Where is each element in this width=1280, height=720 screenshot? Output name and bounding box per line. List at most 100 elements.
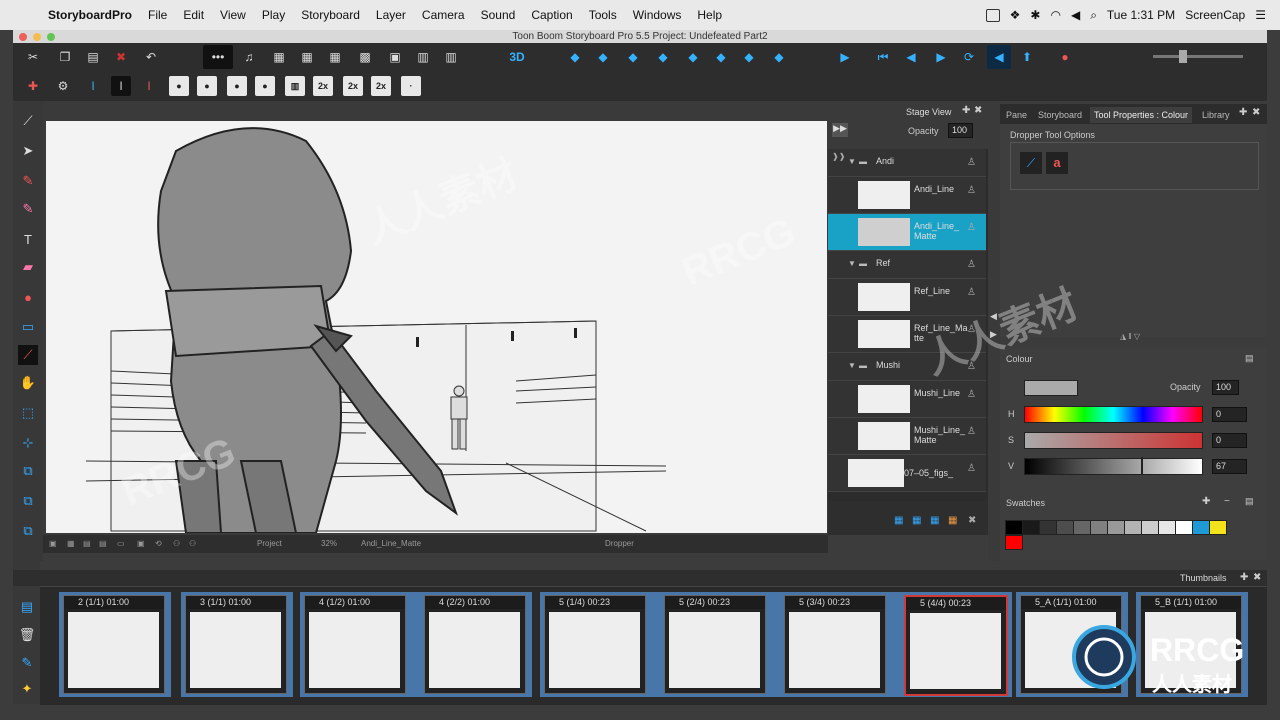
add-view-icon[interactable]: ✚ — [1240, 572, 1248, 583]
drawing-canvas[interactable] — [46, 121, 827, 533]
wifi-icon[interactable]: ◠ — [1050, 8, 1060, 22]
saturation-slider[interactable] — [1024, 432, 1203, 449]
visibility-icon[interactable]: ♙ — [967, 222, 976, 233]
dropper-sample-icon[interactable]: ⟋ — [1020, 152, 1042, 174]
volume-slider-handle[interactable] — [1179, 50, 1187, 63]
colour-swatch[interactable] — [1039, 520, 1057, 535]
loop-icon[interactable]: ⟳ — [959, 47, 979, 67]
add-point-icon[interactable]: ✚ — [23, 76, 43, 96]
pencil-icon[interactable]: ǀ — [111, 76, 131, 96]
menu-sound[interactable]: Sound — [473, 8, 524, 22]
colour-swatch[interactable] — [1209, 520, 1227, 535]
play-icon[interactable]: ▶ — [835, 47, 855, 67]
brush-preset-1[interactable]: ● — [169, 76, 189, 96]
sound-icon[interactable]: ▥ — [441, 47, 461, 67]
colour-swatch[interactable] — [1141, 520, 1159, 535]
brush-preset-3[interactable]: ● — [227, 76, 247, 96]
paint-tool-icon[interactable]: ● — [18, 287, 38, 307]
edit-icon[interactable]: ✎ — [17, 653, 37, 673]
cutter-tool-icon[interactable]: ⬚ — [18, 403, 38, 423]
zoom-in-icon[interactable]: ▤ — [99, 539, 107, 548]
brush-tool-icon[interactable]: ✎ — [18, 171, 38, 191]
reset-view-icon[interactable]: ▣ — [49, 539, 57, 548]
chevron-down-icon[interactable]: ▼ — [848, 361, 856, 370]
panel-before-icon[interactable]: ◆ — [593, 47, 613, 67]
swatches-menu-icon[interactable]: ▤ — [1245, 496, 1254, 507]
layer-ref-line-matte[interactable]: Ref_Line_Ma tte ♙ — [828, 316, 986, 353]
colour-swatch[interactable] — [1073, 520, 1091, 535]
layer-tool-icon[interactable]: ⧉ — [18, 461, 38, 481]
visibility-icon[interactable]: ♙ — [967, 259, 976, 270]
eraser-tool-icon[interactable]: ▰ — [18, 257, 38, 277]
dropper-tool-icon[interactable]: ⟋ — [18, 345, 38, 365]
add-view-icon[interactable]: ✚ — [962, 105, 970, 116]
opacity-field[interactable]: 100 — [948, 123, 973, 138]
thumbnails-tab[interactable]: Thumbnails — [1180, 573, 1227, 583]
rectangle-tool-icon[interactable]: ▭ — [18, 317, 38, 337]
volume-slider[interactable] — [1153, 55, 1243, 58]
light-tool-icon[interactable]: ⧉ — [18, 521, 38, 541]
first-frame-icon[interactable]: ⏮ — [873, 47, 893, 67]
layer-group-ref[interactable]: ▼ ▬ Ref ♙ — [828, 251, 986, 279]
camera-tool-icon[interactable]: ⊹ — [18, 433, 38, 453]
paste-icon[interactable]: ▤ — [83, 47, 103, 67]
hand-tool-icon[interactable]: ✋ — [18, 373, 38, 393]
layer-group-andi[interactable]: ❱❱ ▼ ▬ Andi ♙ — [828, 149, 986, 177]
static-camera-icon[interactable]: ⧉ — [18, 491, 38, 511]
tab-tool-properties[interactable]: Tool Properties : Colour — [1090, 107, 1193, 123]
saturation-field[interactable]: 0 — [1212, 433, 1247, 448]
menu-app[interactable]: StoryboardPro — [40, 8, 140, 22]
delete-layer-icon[interactable]: ✖ — [968, 515, 976, 526]
settings-icon[interactable]: ⚙ — [53, 76, 73, 96]
colour-swatch[interactable] — [1107, 520, 1125, 535]
tab-storyboard[interactable]: Storyboard — [1034, 107, 1086, 123]
view-mode-label[interactable]: Project — [257, 539, 282, 548]
play-forward-icon[interactable]: ▶ — [931, 47, 951, 67]
scrub-icon[interactable]: ⬆ — [1017, 47, 1037, 67]
menu-tools[interactable]: Tools — [581, 8, 625, 22]
close-window-button[interactable] — [19, 33, 27, 41]
panel-resize-handle[interactable]: ◮ ǁ ▽ — [1120, 332, 1140, 341]
join-panel-icon[interactable]: ◆ — [739, 47, 759, 67]
sound-toggle-icon[interactable]: ◀ — [987, 45, 1011, 69]
layer-andi-line-matte[interactable]: Andi_Line_ Matte ♙ — [828, 214, 986, 251]
zoom-2x-b[interactable]: 2x — [343, 76, 363, 96]
hue-field[interactable]: 0 — [1212, 407, 1247, 422]
colour-swatch[interactable] — [1022, 520, 1040, 535]
zoom-level[interactable]: 32% — [321, 539, 337, 548]
zoom-2x-c[interactable]: 2x — [371, 76, 391, 96]
chevron-down-icon[interactable]: ▼ — [848, 157, 856, 166]
colour-swatch[interactable] — [1056, 520, 1074, 535]
close-view-icon[interactable]: ✖ — [974, 105, 982, 116]
menu-play[interactable]: Play — [254, 8, 293, 22]
3d-icon[interactable]: 3D — [507, 47, 527, 67]
visibility-icon[interactable]: ♙ — [967, 185, 976, 196]
visibility-icon[interactable]: ♙ — [967, 463, 976, 474]
zoom-out-icon[interactable]: ▤ — [83, 539, 91, 548]
panel-thumbnail[interactable]: 3 (1/1) 01:00 — [185, 595, 287, 694]
panel-thumbnail[interactable]: 2 (1/1) 01:00 — [63, 595, 165, 694]
colour-section-title[interactable]: Colour — [1006, 354, 1033, 364]
new-group-icon[interactable]: ▦ — [948, 515, 957, 526]
pencil-red-icon[interactable]: ǀ — [139, 76, 159, 96]
panel-thumbnail[interactable]: 5 (3/4) 00:23 — [784, 595, 886, 694]
rotate-icon[interactable]: ⟲ — [155, 539, 162, 548]
menu-storyboard[interactable]: Storyboard — [293, 8, 368, 22]
grid-icon[interactable]: ▦ — [269, 47, 289, 67]
screen-record-icon[interactable] — [985, 8, 1000, 22]
hue-slider[interactable] — [1024, 406, 1203, 423]
close-view-icon[interactable]: ✖ — [1252, 107, 1260, 118]
visibility-icon[interactable]: ♙ — [967, 426, 976, 437]
trash-icon[interactable]: 🗑 — [17, 625, 37, 645]
colour-swatch[interactable] — [1175, 520, 1193, 535]
grid-toggle-icon[interactable]: ▦ — [67, 539, 75, 548]
onion-skin-icon[interactable]: ♫ — [239, 47, 259, 67]
menu-camera[interactable]: Camera — [414, 8, 473, 22]
brush-size-icon[interactable]: ••• — [203, 45, 233, 69]
pencil-blue-icon[interactable]: ǀ — [83, 76, 103, 96]
brush-preset-4[interactable]: ● — [255, 76, 275, 96]
colour-menu-icon[interactable]: ▤ — [1245, 353, 1254, 364]
panel-thumbnail[interactable]: 5 (2/4) 00:23 — [664, 595, 766, 694]
menu-caption[interactable]: Caption — [523, 8, 580, 22]
new-layer-icon[interactable]: ▦ — [894, 515, 903, 526]
